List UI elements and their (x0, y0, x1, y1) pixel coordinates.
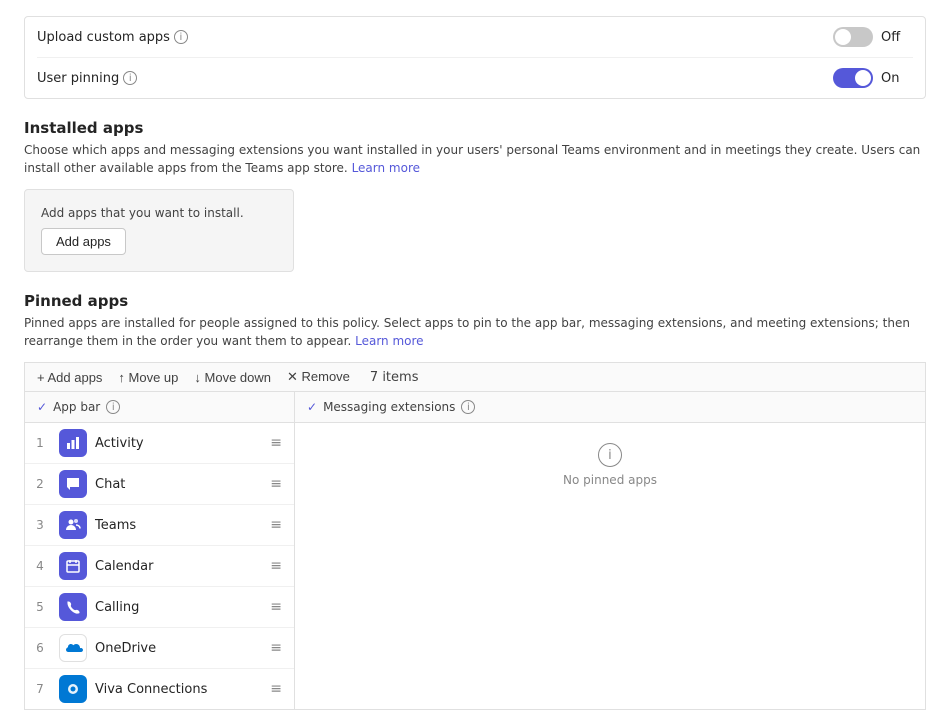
drag-handle-icon[interactable]: ≡ (270, 558, 290, 574)
pinned-items-count: 7 items (370, 370, 419, 385)
drag-handle-icon[interactable]: ≡ (270, 476, 290, 492)
user-pinning-value: On (881, 71, 899, 86)
user-pinning-toggle[interactable] (833, 68, 873, 88)
table-row[interactable]: 3 Teams ≡ (25, 505, 294, 546)
installed-apps-title: Installed apps (24, 119, 926, 137)
installed-apps-box: Add apps that you want to install. Add a… (24, 189, 294, 272)
add-apps-prompt: Add apps that you want to install. (41, 206, 277, 220)
row-number: 4 (25, 559, 55, 573)
pinned-remove-button[interactable]: ✕ Remove (287, 369, 350, 385)
pinned-table-body: 1 Activity ≡ 2 (25, 423, 925, 709)
table-row[interactable]: 6 OneDrive ≡ (25, 628, 294, 669)
calendar-icon (59, 552, 87, 580)
user-pinning-toggle-area: On (833, 68, 913, 88)
app-name: OneDrive (95, 641, 262, 656)
user-pinning-knob (855, 70, 871, 86)
user-pinning-label-group: User pinning i (37, 71, 833, 86)
table-row[interactable]: 7 Viva Connections ≡ (25, 669, 294, 709)
app-bar-info-icon[interactable]: i (106, 400, 120, 414)
table-row[interactable]: 4 Calendar ≡ (25, 546, 294, 587)
user-pinning-row: User pinning i On (37, 58, 913, 98)
drag-handle-icon[interactable]: ≡ (270, 640, 290, 656)
chat-icon (59, 470, 87, 498)
upload-custom-apps-info-icon[interactable]: i (174, 30, 188, 44)
pinned-apps-toolbar: + Add apps ↑ Move up ↓ Move down ✕ Remov… (24, 362, 926, 391)
row-left-content: Chat ≡ (55, 464, 294, 504)
row-left-content: OneDrive ≡ (55, 628, 294, 668)
user-pinning-info-icon[interactable]: i (123, 71, 137, 85)
no-pinned-message: i No pinned apps (543, 423, 677, 507)
app-name: Calendar (95, 559, 262, 574)
app-name: Teams (95, 518, 262, 533)
row-left-content: Viva Connections ≡ (55, 669, 294, 709)
drag-handle-icon[interactable]: ≡ (270, 435, 290, 451)
row-number: 3 (25, 518, 55, 532)
pinned-move-down-button[interactable]: ↓ Move down (194, 370, 271, 385)
table-row[interactable]: 1 Activity ≡ (25, 423, 294, 464)
row-left-content: Calendar ≡ (55, 546, 294, 586)
table-row[interactable]: 5 Calling ≡ (25, 587, 294, 628)
teams-icon (59, 511, 87, 539)
row-number: 1 (25, 436, 55, 450)
no-pinned-label: No pinned apps (563, 473, 657, 487)
user-pinning-label: User pinning (37, 71, 119, 86)
drag-handle-icon[interactable]: ≡ (270, 681, 290, 697)
row-left-content: Teams ≡ (55, 505, 294, 545)
messaging-extensions-header: ✓ Messaging extensions i (295, 392, 925, 422)
activity-icon (59, 429, 87, 457)
row-number: 7 (25, 682, 55, 696)
installed-apps-section: Installed apps Choose which apps and mes… (24, 119, 926, 272)
app-name: Viva Connections (95, 682, 262, 697)
upload-custom-apps-row: Upload custom apps i Off (37, 17, 913, 58)
app-name: Calling (95, 600, 262, 615)
pinned-apps-title: Pinned apps (24, 292, 926, 310)
calling-icon (59, 593, 87, 621)
add-apps-button[interactable]: Add apps (41, 228, 126, 255)
row-number: 6 (25, 641, 55, 655)
row-left-content: Activity ≡ (55, 423, 294, 463)
pinned-apps-section: Pinned apps Pinned apps are installed fo… (24, 292, 926, 710)
upload-custom-apps-toggle-area: Off (833, 27, 913, 47)
viva-connections-icon (59, 675, 87, 703)
table-row[interactable]: 2 Chat ≡ (25, 464, 294, 505)
messaging-extensions-panel: i No pinned apps (295, 423, 925, 709)
pinned-apps-table: ✓ App bar i ✓ Messaging extensions i 1 (24, 391, 926, 710)
upload-custom-apps-label-group: Upload custom apps i (37, 30, 833, 45)
pinned-apps-learn-more[interactable]: Learn more (355, 334, 423, 348)
row-left-content: Calling ≡ (55, 587, 294, 627)
row-number: 2 (25, 477, 55, 491)
app-name: Activity (95, 436, 262, 451)
app-name: Chat (95, 477, 262, 492)
pinned-table-header: ✓ App bar i ✓ Messaging extensions i (25, 392, 925, 423)
drag-handle-icon[interactable]: ≡ (270, 517, 290, 533)
no-pinned-info-icon: i (598, 443, 622, 467)
pinned-move-up-button[interactable]: ↑ Move up (118, 370, 178, 385)
toggle-section: Upload custom apps i Off User pinning i … (24, 16, 926, 99)
upload-custom-apps-knob (835, 29, 851, 45)
app-bar-header: ✓ App bar i (25, 392, 295, 422)
upload-custom-apps-value: Off (881, 30, 900, 45)
row-number: 5 (25, 600, 55, 614)
app-bar-list: 1 Activity ≡ 2 (25, 423, 295, 709)
installed-apps-learn-more[interactable]: Learn more (352, 161, 420, 175)
onedrive-icon (59, 634, 87, 662)
upload-custom-apps-toggle[interactable] (833, 27, 873, 47)
pinned-apps-description: Pinned apps are installed for people ass… (24, 314, 926, 350)
app-bar-check-icon: ✓ (37, 400, 47, 414)
drag-handle-icon[interactable]: ≡ (270, 599, 290, 615)
messaging-check-icon: ✓ (307, 400, 317, 414)
messaging-info-icon[interactable]: i (461, 400, 475, 414)
installed-apps-description: Choose which apps and messaging extensio… (24, 141, 926, 177)
pinned-add-apps-button[interactable]: + Add apps (37, 370, 102, 385)
upload-custom-apps-label: Upload custom apps (37, 30, 170, 45)
